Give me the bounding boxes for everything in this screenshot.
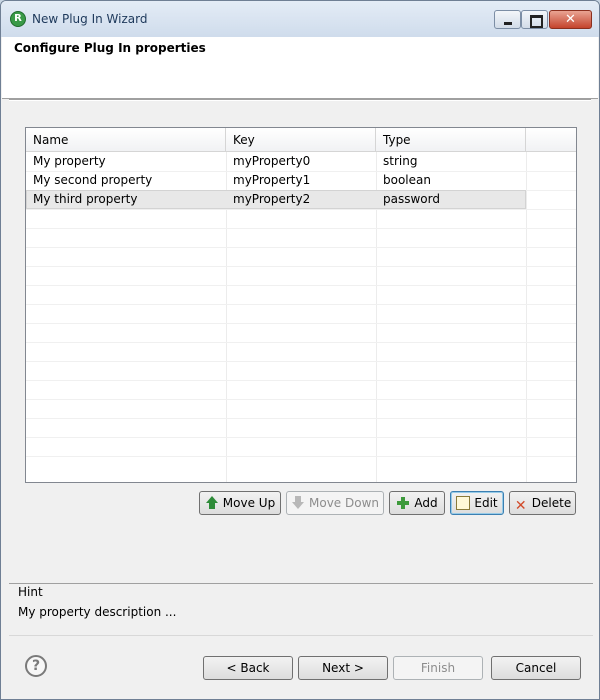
next-button[interactable]: Next >	[298, 656, 388, 680]
hint-label: Hint	[18, 585, 43, 599]
hint-text: My property description ...	[18, 605, 177, 619]
cell-key: myProperty2	[233, 192, 311, 206]
cell-name: My third property	[33, 192, 138, 206]
page-title: Configure Plug In properties	[14, 41, 206, 55]
column-divider	[526, 152, 527, 482]
column-header-name[interactable]: Name	[26, 128, 226, 152]
cell-key: myProperty0	[233, 154, 311, 168]
row-line	[26, 228, 576, 229]
add-label: Add	[414, 496, 438, 510]
move-up-button[interactable]: Move Up	[199, 491, 281, 515]
row-line	[26, 380, 576, 381]
table-header: Name Key Type	[26, 128, 576, 152]
row-line	[26, 437, 576, 438]
plus-icon	[396, 496, 410, 510]
cell-name: My property	[33, 154, 106, 168]
edit-button[interactable]: Edit	[450, 491, 504, 515]
finish-button[interactable]: Finish	[393, 656, 483, 680]
maximize-button[interactable]	[521, 10, 548, 29]
delete-button[interactable]: ✕ Delete	[509, 491, 576, 515]
row-line	[26, 209, 576, 210]
cell-name: My second property	[33, 173, 153, 187]
cell-type: boolean	[383, 173, 431, 187]
edit-icon	[456, 496, 471, 510]
table-row-selected[interactable]: My third property myProperty2 password	[26, 190, 526, 209]
row-line	[26, 266, 576, 267]
row-line	[26, 456, 576, 457]
delete-label: Delete	[531, 496, 572, 510]
cancel-button[interactable]: Cancel	[491, 656, 581, 680]
move-up-label: Move Up	[222, 496, 276, 510]
footer-separator	[9, 635, 593, 636]
table-row[interactable]: My second property myProperty1 boolean	[26, 171, 526, 190]
cell-key: myProperty1	[233, 173, 311, 187]
header-separator	[9, 99, 591, 101]
row-line	[26, 418, 576, 419]
title-bar[interactable]: R New Plug In Wizard ✕	[1, 1, 599, 37]
delete-icon: ✕	[514, 498, 527, 514]
arrow-up-icon	[205, 496, 219, 510]
row-line	[26, 399, 576, 400]
wizard-window: R New Plug In Wizard ✕ Configure Plug In…	[0, 0, 600, 700]
close-button[interactable]: ✕	[549, 10, 592, 29]
window-title: New Plug In Wizard	[32, 12, 148, 26]
back-button[interactable]: < Back	[203, 656, 293, 680]
hint-separator	[9, 583, 593, 584]
close-icon: ✕	[565, 12, 576, 27]
cell-type: string	[383, 154, 418, 168]
properties-panel: Name Key Type My property myProperty0 st…	[9, 111, 591, 541]
app-icon: R	[10, 11, 26, 27]
move-down-button[interactable]: Move Down	[286, 491, 384, 515]
row-line	[26, 323, 576, 324]
row-line	[26, 361, 576, 362]
cell-type: password	[383, 192, 440, 206]
add-button[interactable]: Add	[389, 491, 445, 515]
arrow-down-icon	[291, 496, 305, 510]
edit-label: Edit	[474, 496, 498, 510]
properties-table[interactable]: Name Key Type My property myProperty0 st…	[25, 127, 577, 483]
help-icon[interactable]: ?	[25, 655, 47, 677]
column-header-key[interactable]: Key	[226, 128, 376, 152]
row-line	[26, 285, 576, 286]
row-line	[26, 247, 576, 248]
column-header-type[interactable]: Type	[376, 128, 526, 152]
row-line	[26, 304, 576, 305]
table-row[interactable]: My property myProperty0 string	[26, 152, 526, 171]
row-line	[26, 342, 576, 343]
wizard-header: Configure Plug In properties	[2, 37, 598, 99]
minimize-button[interactable]	[494, 10, 521, 29]
move-down-label: Move Down	[309, 496, 379, 510]
